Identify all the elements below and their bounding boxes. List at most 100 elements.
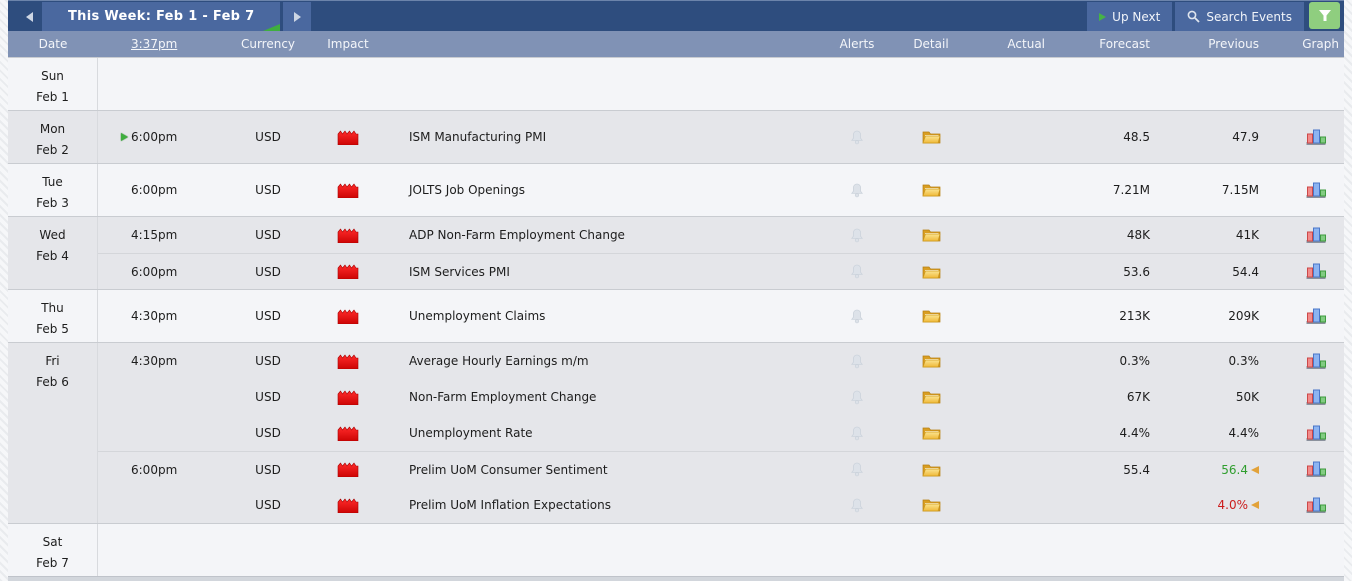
day-group: Fri Feb 6 4:30pm USD Average Hourly Earn… xyxy=(8,342,1344,523)
day-date: Feb 3 xyxy=(36,196,69,210)
impact-cell xyxy=(308,415,388,451)
date-cell: Thu Feb 5 xyxy=(8,290,98,342)
detail-folder-icon[interactable] xyxy=(922,463,941,477)
graph-icon[interactable] xyxy=(1306,353,1326,370)
up-next-play-icon xyxy=(1099,12,1107,21)
detail-folder-icon[interactable] xyxy=(922,498,941,512)
detail-folder-icon[interactable] xyxy=(922,354,941,368)
day-name: Thu xyxy=(41,301,64,315)
event-title[interactable]: Prelim UoM Inflation Expectations xyxy=(388,487,815,523)
graph-icon[interactable] xyxy=(1306,497,1326,514)
alert-bell-icon[interactable] xyxy=(850,309,864,324)
event-time: 6:00pm xyxy=(131,462,178,477)
event-title[interactable]: ADP Non-Farm Employment Change xyxy=(388,217,815,253)
filter-button[interactable] xyxy=(1309,2,1340,29)
expanded-corner-icon xyxy=(263,24,281,31)
event-previous: 209K xyxy=(1228,309,1259,323)
impact-cell xyxy=(308,487,388,523)
event-forecast: 213K xyxy=(1119,309,1150,323)
detail-folder-icon[interactable] xyxy=(922,390,941,404)
event-actual xyxy=(963,164,1049,216)
day-name: Sat xyxy=(42,535,63,549)
event-forecast: 4.4% xyxy=(1119,426,1151,440)
alert-bell-icon[interactable] xyxy=(850,264,864,279)
graph-icon[interactable] xyxy=(1306,425,1326,442)
high-impact-icon xyxy=(337,389,359,405)
column-header-row: Date 3:37pm Currency Impact Alerts Detai… xyxy=(8,31,1344,57)
event-time xyxy=(98,415,228,451)
detail-folder-icon[interactable] xyxy=(922,183,941,197)
detail-folder-icon[interactable] xyxy=(922,265,941,279)
column-alerts: Alerts xyxy=(839,37,875,51)
alert-bell-icon[interactable] xyxy=(850,498,864,513)
footer-strip xyxy=(8,576,1344,581)
detail-folder-icon[interactable] xyxy=(922,130,941,144)
day-name: Mon xyxy=(39,122,66,136)
detail-folder-icon[interactable] xyxy=(922,228,941,242)
detail-folder-icon[interactable] xyxy=(922,309,941,323)
event-forecast: 0.3% xyxy=(1119,354,1151,368)
event-currency: USD xyxy=(255,498,281,512)
event-actual xyxy=(963,343,1049,379)
event-forecast xyxy=(1049,487,1154,523)
day-name: Tue xyxy=(42,175,63,189)
alert-bell-icon[interactable] xyxy=(850,426,864,441)
event-title[interactable]: JOLTS Job Openings xyxy=(388,164,815,216)
high-impact-icon xyxy=(337,129,359,145)
day-date: Feb 6 xyxy=(36,375,69,389)
search-events-button[interactable]: Search Events xyxy=(1175,2,1304,31)
alert-bell-icon[interactable] xyxy=(850,354,864,369)
calendar-toolbar: This Week: Feb 1 - Feb 7 Up Next Search … xyxy=(8,0,1344,31)
date-cell: Sun Feb 1 xyxy=(8,58,98,110)
alert-bell-icon[interactable] xyxy=(850,462,864,477)
up-next-button[interactable]: Up Next xyxy=(1087,2,1173,31)
day-date: Feb 1 xyxy=(36,90,69,104)
high-impact-icon xyxy=(337,353,359,369)
week-range-button[interactable]: This Week: Feb 1 - Feb 7 xyxy=(42,2,281,31)
event-title[interactable]: Prelim UoM Consumer Sentiment xyxy=(388,452,815,487)
alert-bell-icon[interactable] xyxy=(850,228,864,243)
event-previous: 56.4 xyxy=(1154,452,1287,487)
next-week-button[interactable] xyxy=(283,2,312,31)
graph-icon[interactable] xyxy=(1306,227,1326,244)
high-impact-icon xyxy=(337,182,359,198)
graph-icon[interactable] xyxy=(1306,308,1326,325)
alert-bell-icon[interactable] xyxy=(850,130,864,145)
event-previous: 41K xyxy=(1235,228,1259,242)
event-title[interactable]: ISM Services PMI xyxy=(388,254,815,289)
graph-icon[interactable] xyxy=(1306,263,1326,280)
event-title[interactable]: ISM Manufacturing PMI xyxy=(388,111,815,163)
day-events: 6:00pm USD JOLTS Job Openings 7.21M 7.15… xyxy=(98,164,1344,216)
up-next-label: Up Next xyxy=(1112,9,1161,24)
event-currency: USD xyxy=(255,183,281,197)
event-currency: USD xyxy=(255,264,281,279)
graph-icon[interactable] xyxy=(1306,461,1326,478)
event-title[interactable]: Unemployment Claims xyxy=(388,290,815,342)
event-row: 4:15pm USD ADP Non-Farm Employment Chang… xyxy=(98,217,1344,253)
event-forecast: 55.4 xyxy=(1123,462,1150,477)
event-title[interactable]: Average Hourly Earnings m/m xyxy=(388,343,815,379)
chevron-left-icon xyxy=(25,11,33,22)
high-impact-icon xyxy=(337,425,359,441)
column-impact: Impact xyxy=(327,37,369,51)
event-forecast: 48.5 xyxy=(1123,130,1150,144)
detail-folder-icon[interactable] xyxy=(922,426,941,440)
timezone-link[interactable]: 3:37pm xyxy=(131,37,177,51)
event-row: 6:00pm USD ISM Manufacturing PMI 48.5 47… xyxy=(98,111,1344,163)
graph-icon[interactable] xyxy=(1306,129,1326,146)
event-currency: USD xyxy=(255,390,281,404)
graph-icon[interactable] xyxy=(1306,389,1326,406)
graph-icon[interactable] xyxy=(1306,182,1326,199)
event-forecast: 7.21M xyxy=(1112,183,1150,197)
alert-bell-icon[interactable] xyxy=(850,390,864,405)
high-impact-icon xyxy=(337,264,359,279)
date-cell: Fri Feb 6 xyxy=(8,343,98,523)
date-cell: Sat Feb 7 xyxy=(8,524,98,576)
column-actual: Actual xyxy=(1007,37,1045,51)
event-row: 6:00pm USD JOLTS Job Openings 7.21M 7.15… xyxy=(98,164,1344,216)
previous-week-button[interactable] xyxy=(16,2,42,31)
event-title[interactable]: Unemployment Rate xyxy=(388,415,815,451)
event-actual xyxy=(963,487,1049,523)
event-title[interactable]: Non-Farm Employment Change xyxy=(388,379,815,415)
alert-bell-icon[interactable] xyxy=(850,183,864,198)
